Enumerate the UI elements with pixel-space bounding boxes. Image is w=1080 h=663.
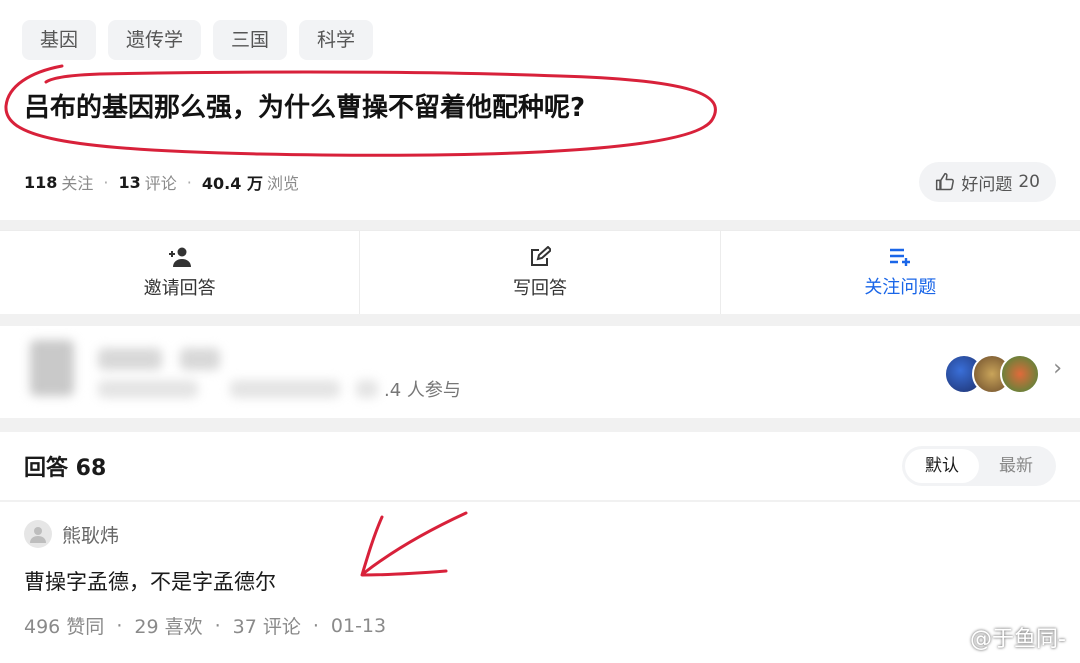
followers-label: 关注 [61, 174, 94, 193]
answer-date: 01-13 [330, 614, 387, 637]
avatar [1000, 354, 1040, 394]
invite-answer-button[interactable]: 邀请回答 [0, 231, 361, 315]
follow-list-icon [890, 248, 911, 266]
tag-three-kingdoms[interactable]: 三国 [213, 20, 288, 60]
tag-genetics[interactable]: 遗传学 [108, 20, 202, 60]
likes-count: 496 赞同 [24, 616, 105, 638]
topic-tags: 基因 遗传学 三国 科学 [22, 20, 374, 60]
divider [0, 500, 1080, 502]
sort-default-tab[interactable]: 默认 [905, 449, 979, 483]
good-question-count: 20 [1018, 172, 1040, 192]
comments-label[interactable]: 评论 [145, 170, 177, 194]
favorites-count: 29 喜欢 [134, 616, 203, 638]
comments-count: 13 [118, 172, 141, 192]
action-bar: 邀请回答 写回答 关注问题 [0, 230, 1080, 315]
question-title: 吕布的基因那么强，为什么曹操不留着他配种呢? [24, 93, 586, 123]
views-label: 浏览 [266, 174, 299, 193]
chevron-right-icon: › [1053, 356, 1062, 381]
tag-science[interactable]: 科学 [299, 20, 374, 60]
thumbs-up-icon [936, 172, 955, 191]
blurred-text [230, 380, 340, 398]
answer-author[interactable]: 熊耿炜 [24, 520, 1024, 548]
views-count: 40.4 万 [201, 174, 263, 193]
author-name[interactable]: 熊耿炜 [62, 521, 119, 548]
edit-icon [530, 246, 551, 266]
blurred-text [356, 380, 378, 398]
add-person-icon [168, 247, 191, 267]
participation-row[interactable]: .4 人参与 › [0, 326, 1080, 418]
follow-question-button[interactable]: 关注问题 [721, 231, 1080, 315]
good-question-button[interactable]: 好问题 20 [919, 162, 1056, 202]
separator-dot: · [186, 172, 192, 192]
answer-comments-count: 37 评论 [232, 616, 301, 638]
answers-count-header: 回答 68 [24, 456, 107, 481]
avatar[interactable] [24, 520, 52, 548]
separator-dot: · [312, 614, 319, 637]
question-stats: 118 关注 · 13 评论 · 40.4 万 浏览 [24, 170, 299, 194]
answer-item[interactable]: 熊耿炜 曹操字孟德，不是字孟德尔 496 赞同 · 29 喜欢 · 37 评论 … [24, 520, 1024, 639]
divider [0, 418, 1080, 432]
blurred-text [98, 348, 162, 370]
separator-dot: · [103, 172, 109, 192]
tag-genes[interactable]: 基因 [22, 20, 97, 60]
followers-count: 118 [24, 172, 58, 192]
blurred-avatar [30, 340, 74, 396]
weibo-logo-icon [939, 628, 963, 647]
follow-question-label: 关注问题 [864, 277, 937, 298]
participants-count: .4 人参与 [384, 380, 461, 401]
separator-dot: · [214, 614, 221, 637]
divider [0, 314, 1080, 326]
answer-meta: 496 赞同 · 29 喜欢 · 37 评论 · 01-13 [24, 612, 1024, 639]
weibo-watermark: @于鱼同- [938, 621, 1066, 653]
sort-latest-tab[interactable]: 最新 [979, 449, 1053, 483]
watermark-text: @于鱼同- [970, 627, 1066, 652]
default-avatar-icon [30, 527, 46, 543]
invite-answer-label: 邀请回答 [143, 278, 216, 299]
good-question-label: 好问题 [961, 174, 1013, 195]
participant-avatars [944, 354, 1040, 394]
blurred-text [98, 380, 198, 398]
sort-toggle: 默认 最新 [902, 446, 1056, 486]
write-answer-label: 写回答 [512, 278, 567, 299]
red-arrow-annotation [360, 511, 468, 577]
answer-excerpt[interactable]: 曹操字孟德，不是字孟德尔 [24, 566, 1024, 596]
divider [0, 220, 1080, 230]
separator-dot: · [116, 614, 123, 637]
blurred-text [180, 348, 220, 370]
write-answer-button[interactable]: 写回答 [360, 231, 721, 315]
